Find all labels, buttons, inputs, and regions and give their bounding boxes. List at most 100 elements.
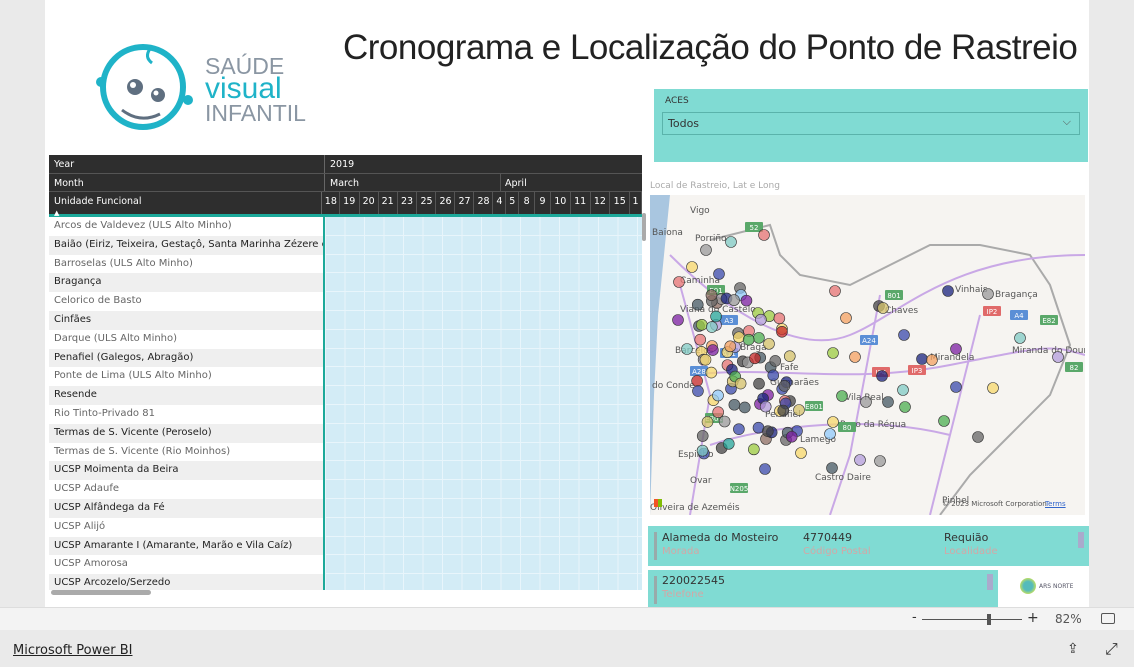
location-marker[interactable] — [783, 350, 796, 362]
location-marker[interactable] — [877, 302, 889, 314]
location-marker[interactable] — [722, 438, 735, 450]
table-row[interactable]: Rio Tinto-Privado 81 — [49, 404, 642, 424]
location-marker[interactable] — [942, 285, 954, 297]
location-marker[interactable] — [773, 312, 786, 325]
location-marker[interactable] — [827, 347, 839, 359]
table-row[interactable]: UCSP Adaufe — [49, 480, 642, 499]
location-marker[interactable] — [759, 463, 771, 475]
table-row[interactable]: UCSP Amarante I (Amarante, Marão e Vila … — [49, 536, 642, 556]
location-marker[interactable] — [733, 423, 745, 435]
location-marker[interactable] — [673, 276, 685, 288]
location-marker[interactable] — [710, 310, 722, 323]
location-marker[interactable] — [694, 333, 707, 346]
location-marker[interactable] — [691, 298, 704, 311]
location-marker[interactable] — [696, 319, 708, 331]
table-row[interactable]: Darque (ULS Alto Minho) — [49, 329, 642, 349]
location-marker[interactable] — [672, 314, 684, 326]
table-row[interactable]: Baião (Eiriz, Teixeira, Gestaçô, Santa M… — [49, 235, 642, 255]
location-marker[interactable] — [718, 415, 731, 428]
location-marker[interactable] — [769, 355, 782, 367]
location-marker[interactable] — [733, 331, 745, 344]
location-marker[interactable] — [938, 415, 950, 427]
location-marker[interactable] — [713, 268, 725, 280]
share-icon[interactable]: ⇪ — [1067, 641, 1079, 657]
location-marker[interactable] — [728, 398, 741, 411]
location-marker[interactable] — [691, 375, 703, 387]
table-row[interactable]: UCSP Alfândega da Fé — [49, 498, 642, 518]
location-marker[interactable] — [749, 352, 761, 365]
location-marker[interactable] — [712, 389, 724, 402]
location-marker[interactable] — [795, 447, 807, 459]
table-horizontal-scrollbar[interactable] — [51, 590, 151, 595]
location-marker[interactable] — [681, 343, 693, 355]
location-marker[interactable] — [860, 396, 872, 408]
location-marker[interactable] — [707, 344, 719, 356]
terms-link[interactable]: Terms — [1045, 500, 1066, 508]
table-row[interactable]: UCSP Moimenta da Beira — [49, 461, 642, 481]
location-marker[interactable] — [778, 380, 791, 392]
table-row[interactable]: UCSP Alijó — [49, 517, 642, 537]
location-marker[interactable] — [742, 333, 755, 346]
location-marker[interactable] — [700, 244, 712, 256]
zoom-slider-thumb[interactable] — [987, 614, 991, 625]
location-marker[interactable] — [899, 401, 911, 413]
location-marker[interactable] — [849, 351, 861, 363]
location-marker[interactable] — [712, 406, 724, 418]
location-marker[interactable] — [824, 428, 836, 440]
table-row[interactable]: UCSP Amorosa — [49, 555, 642, 575]
card-scrollbar[interactable] — [1078, 532, 1084, 548]
location-marker[interactable] — [854, 454, 866, 466]
location-marker[interactable] — [827, 416, 839, 428]
location-marker[interactable] — [916, 353, 928, 365]
location-marker[interactable] — [982, 288, 994, 300]
location-marker[interactable] — [898, 329, 910, 341]
table-row[interactable]: Bragança — [49, 273, 642, 293]
location-marker[interactable] — [1014, 332, 1026, 344]
location-marker[interactable] — [767, 369, 780, 382]
location-marker[interactable] — [753, 377, 765, 390]
zoom-in-button[interactable]: + — [1027, 610, 1039, 626]
location-marker[interactable] — [755, 313, 767, 326]
map-canvas[interactable]: VigoBaionaPorriñoCaminhaViana do Castelo… — [650, 195, 1085, 515]
table-row[interactable]: Termas de S. Vicente (Rio Moinhos) — [49, 442, 642, 462]
location-marker[interactable] — [706, 321, 718, 333]
location-marker[interactable] — [740, 294, 753, 307]
location-marker[interactable] — [725, 236, 737, 248]
zoom-out-button[interactable]: - — [912, 610, 917, 625]
location-marker[interactable] — [762, 425, 774, 437]
location-map[interactable]: Vigo Baiona Porriño Caminha Viana do Castelo… — [650, 195, 1085, 515]
location-marker[interactable] — [829, 285, 841, 297]
location-marker[interactable] — [926, 354, 938, 366]
table-row[interactable]: UCSP Arcozelo/Serzedo — [49, 574, 642, 590]
aces-dropdown[interactable]: Todos ⌵ — [662, 112, 1080, 135]
location-marker[interactable] — [692, 385, 704, 397]
location-marker[interactable] — [734, 377, 747, 390]
table-row[interactable]: Celorico de Basto — [49, 292, 642, 311]
location-marker[interactable] — [686, 261, 698, 273]
location-marker[interactable] — [826, 462, 838, 474]
location-marker[interactable] — [758, 229, 770, 241]
location-marker[interactable] — [793, 404, 805, 416]
location-marker[interactable] — [724, 340, 737, 353]
table-row[interactable]: Termas de S. Vicente (Peroselo) — [49, 423, 642, 443]
fullscreen-icon[interactable]: ⤢ — [1105, 639, 1118, 659]
table-row[interactable]: Cinfães — [49, 310, 642, 330]
location-marker[interactable] — [753, 332, 765, 344]
power-bi-link[interactable]: Microsoft Power BI — [13, 643, 132, 658]
table-row[interactable]: Resende — [49, 386, 642, 405]
location-marker[interactable] — [699, 353, 712, 366]
location-marker[interactable] — [777, 404, 790, 417]
location-marker[interactable] — [763, 338, 775, 350]
location-marker[interactable] — [696, 430, 709, 442]
location-marker[interactable] — [701, 416, 714, 428]
location-marker[interactable] — [950, 343, 962, 355]
location-marker[interactable] — [785, 430, 798, 443]
location-marker[interactable] — [1052, 351, 1064, 363]
location-marker[interactable] — [738, 401, 751, 414]
location-marker[interactable] — [759, 400, 772, 413]
location-marker[interactable] — [987, 382, 999, 394]
location-marker[interactable] — [705, 289, 718, 301]
location-marker[interactable] — [748, 443, 760, 456]
location-marker[interactable] — [836, 390, 848, 402]
location-marker[interactable] — [972, 431, 984, 443]
